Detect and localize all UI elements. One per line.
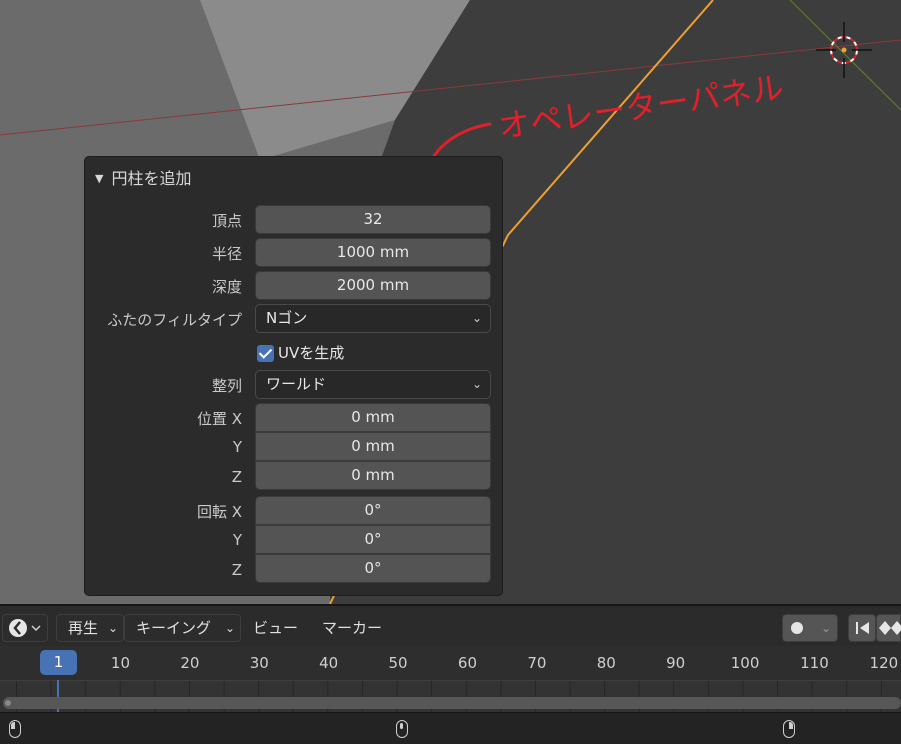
jump-start-button[interactable] xyxy=(848,614,876,642)
frame-ruler[interactable]: 1 10 20 30 40 50 60 70 80 90 100 110 120 xyxy=(0,646,901,680)
frame-label: 110 xyxy=(800,654,829,672)
collapse-triangle-icon[interactable]: ▼ xyxy=(95,172,103,185)
rotation-y-label: Y xyxy=(232,531,242,549)
location-z-field[interactable]: 0 mm xyxy=(255,461,491,490)
chevron-down-icon: ⌄ xyxy=(224,621,235,635)
rotation-y-field[interactable]: 0° xyxy=(255,525,491,554)
keyframe-icon xyxy=(879,621,901,635)
prev-keyframe-button[interactable] xyxy=(876,614,901,642)
align-value: ワールド xyxy=(266,375,327,393)
timeline-scrollbar[interactable] xyxy=(3,697,901,709)
mouse-right-icon xyxy=(783,720,795,738)
frame-label: 30 xyxy=(249,654,269,672)
radius-field[interactable]: 1000 mm xyxy=(255,238,491,267)
location-y-label: Y xyxy=(232,438,242,456)
vertices-label: 頂点 xyxy=(211,212,242,230)
marker-menu[interactable]: マーカー xyxy=(322,614,382,642)
keying-label: キーイング xyxy=(136,619,212,637)
uv-checkbox[interactable]: UVを生成 xyxy=(257,342,344,363)
location-y-field[interactable]: 0 mm xyxy=(255,432,491,461)
location-x-label: 位置 X xyxy=(196,410,242,428)
jump-to-start-icon xyxy=(856,622,869,634)
chevron-down-icon: ⌄ xyxy=(820,621,831,635)
depth-field[interactable]: 2000 mm xyxy=(255,271,491,300)
cap-fill-dropdown[interactable]: Nゴン ⌄ xyxy=(255,304,491,333)
keying-menu[interactable]: キーイング ⌄ xyxy=(124,614,241,642)
chevron-down-icon: ⌄ xyxy=(471,311,482,325)
track-divider xyxy=(0,680,901,681)
frame-label: 100 xyxy=(730,654,760,672)
timeline-editor: 再生 ⌄ キーイング ⌄ ビュー マーカー ⌄ 1 10 20 30 40 50 xyxy=(0,604,901,744)
chevron-down-icon: ⌄ xyxy=(107,621,118,635)
location-x-field[interactable]: 0 mm xyxy=(255,403,491,432)
frame-label: 50 xyxy=(388,654,408,672)
frame-label: 70 xyxy=(527,654,547,672)
timeline-header: 再生 ⌄ キーイング ⌄ ビュー マーカー ⌄ xyxy=(0,604,901,646)
editor-type-button[interactable] xyxy=(2,614,48,642)
checkbox-checked-icon[interactable] xyxy=(257,345,274,362)
rotation-x-label: 回転 X xyxy=(196,503,242,521)
frame-label: 120 xyxy=(869,654,899,672)
align-dropdown[interactable]: ワールド ⌄ xyxy=(255,370,491,399)
depth-label: 深度 xyxy=(211,278,242,296)
panel-header[interactable]: ▼ 円柱を追加 xyxy=(95,165,191,189)
current-frame-indicator[interactable]: 1 xyxy=(40,650,77,675)
record-icon xyxy=(791,622,803,634)
cap-fill-value: Nゴン xyxy=(266,309,308,327)
uv-label: UVを生成 xyxy=(278,344,345,362)
frame-label: 20 xyxy=(180,654,200,672)
rotation-z-label: Z xyxy=(231,561,242,579)
mouse-middle-icon xyxy=(396,720,408,738)
align-label: 整列 xyxy=(211,377,242,395)
view-menu[interactable]: ビュー xyxy=(253,614,298,642)
mouse-left-icon xyxy=(9,720,21,738)
record-button[interactable]: ⌄ xyxy=(782,614,838,642)
playback-menu[interactable]: 再生 ⌄ xyxy=(56,614,124,642)
frame-label: 80 xyxy=(596,654,616,672)
clock-icon xyxy=(9,619,41,637)
radius-label: 半径 xyxy=(211,245,242,263)
rotation-z-field[interactable]: 0° xyxy=(255,554,491,583)
cap-fill-label: ふたのフィルタイプ xyxy=(107,311,242,329)
panel-title: 円柱を追加 xyxy=(111,169,192,188)
playback-label: 再生 xyxy=(68,619,99,637)
rotation-x-field[interactable]: 0° xyxy=(255,496,491,525)
scrollbar-handle[interactable] xyxy=(5,700,11,706)
vertices-field[interactable]: 32 xyxy=(255,205,491,234)
frame-label: 90 xyxy=(666,654,686,672)
location-z-label: Z xyxy=(231,468,242,486)
frame-label: 60 xyxy=(457,654,477,672)
chevron-down-icon: ⌄ xyxy=(471,377,482,391)
status-bar xyxy=(0,712,901,744)
frame-label: 10 xyxy=(110,654,130,672)
frame-label: 40 xyxy=(319,654,339,672)
operator-panel: ▼ 円柱を追加 頂点 32 半径 1000 mm 深度 2000 mm ふたのフィ… xyxy=(84,156,503,596)
